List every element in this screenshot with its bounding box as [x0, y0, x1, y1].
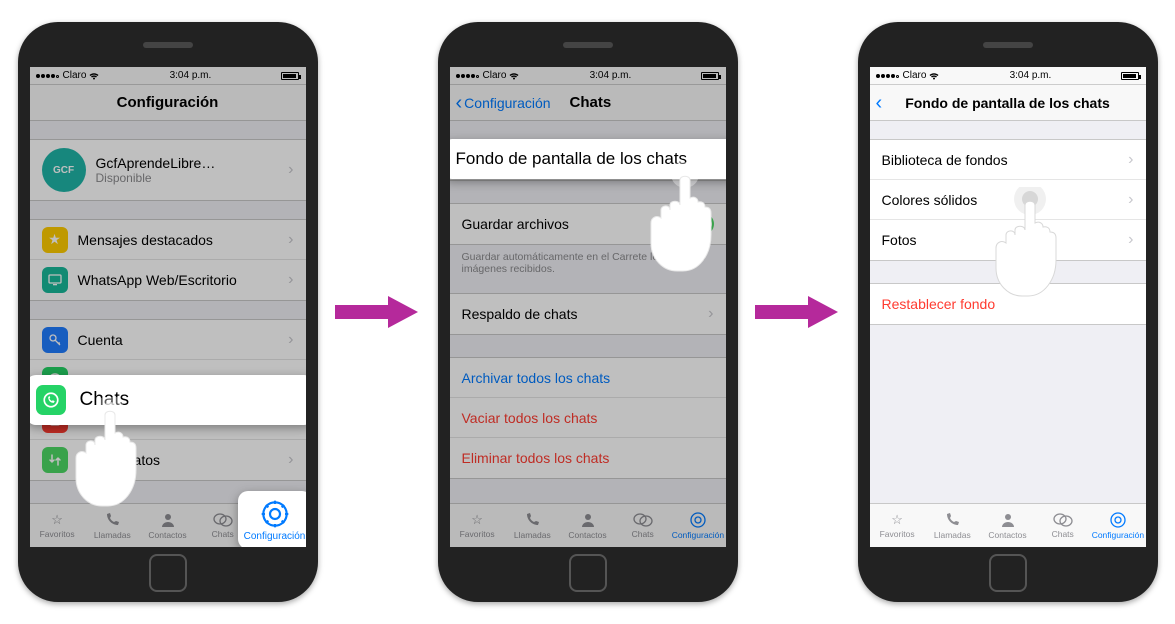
gear-icon: [260, 499, 290, 529]
highlight-wallpaper-label: Fondo de pantalla de los chats: [456, 149, 688, 169]
chevron-right-icon: ›: [288, 271, 293, 289]
screen-settings: Claro 3:04 p.m. Configuración GCF: [30, 67, 306, 547]
chevron-right-icon: ›: [708, 305, 713, 323]
chevron-right-icon: ›: [288, 451, 293, 469]
tab-contacts[interactable]: Contactos: [560, 504, 615, 547]
chevron-right-icon: ›: [288, 231, 293, 249]
tab-contacts[interactable]: Contactos: [980, 504, 1035, 547]
navbar: Configuración: [30, 85, 306, 121]
row-empty[interactable]: Vaciar todos los chats: [450, 398, 726, 438]
status-bar: Claro 3:04 p.m.: [870, 67, 1146, 85]
avatar: GCF: [42, 148, 86, 192]
chevron-right-icon: ›: [288, 161, 293, 179]
phone-1: Claro 3:04 p.m. Configuración GCF: [18, 22, 318, 602]
data-icon: [42, 447, 68, 473]
row-account[interactable]: Cuenta ›: [30, 320, 306, 360]
carrier-label: Claro: [903, 70, 927, 81]
screen-chats: Claro 3:04 p.m. ‹ Configuración Chats Fo…: [450, 67, 726, 547]
time-label: 3:04 p.m.: [1010, 70, 1052, 81]
chevron-right-icon: ›: [1128, 231, 1133, 249]
back-button[interactable]: ‹ Configuración: [456, 85, 551, 120]
phone-2: Claro 3:04 p.m. ‹ Configuración Chats Fo…: [438, 22, 738, 602]
row-delete[interactable]: Eliminar todos los chats: [450, 438, 726, 478]
tab-settings[interactable]: Configuración: [1090, 504, 1145, 547]
tab-bar: ☆Favoritos Llamadas Contactos Chats Conf…: [870, 503, 1146, 547]
chevron-right-icon: ›: [288, 331, 293, 349]
row-archive[interactable]: Archivar todos los chats: [450, 358, 726, 398]
wifi-icon: [509, 72, 519, 80]
row-save-files[interactable]: Guardar archivos: [450, 204, 726, 244]
key-icon: [42, 327, 68, 353]
navbar: ‹ Configuración Chats: [450, 85, 726, 121]
profile-name: GcfAprendeLibre…: [96, 155, 289, 171]
tab-chats[interactable]: Chats: [1035, 504, 1090, 547]
tab-chats[interactable]: Chats: [615, 504, 670, 547]
time-label: 3:04 p.m.: [170, 70, 212, 81]
back-button[interactable]: ‹: [876, 85, 883, 120]
status-bar: Claro 3:04 p.m.: [450, 67, 726, 85]
navbar: ‹ Fondo de pantalla de los chats: [870, 85, 1146, 121]
chevron-right-icon: ›: [1128, 151, 1133, 169]
desktop-icon: [42, 267, 68, 293]
screen-wallpaper: Claro 3:04 p.m. ‹ Fondo de pantalla de l…: [870, 67, 1146, 547]
tab-favorites[interactable]: ☆Favoritos: [450, 504, 505, 547]
row-starred[interactable]: ★ Mensajes destacados ›: [30, 220, 306, 260]
toggle-on[interactable]: [674, 213, 714, 235]
star-icon: ★: [42, 227, 68, 253]
tab-calls[interactable]: Llamadas: [505, 504, 560, 547]
page-title: Chats: [570, 94, 612, 111]
tab-calls[interactable]: Llamadas: [85, 504, 140, 547]
carrier-label: Claro: [63, 70, 87, 81]
row-solid-colors[interactable]: Colores sólidos ›: [870, 180, 1146, 220]
chevron-left-icon: ‹: [876, 93, 883, 113]
arrow-right-icon: [753, 292, 843, 332]
tab-bar: ☆Favoritos Llamadas Contactos Chats Conf…: [450, 503, 726, 547]
highlight-chats-label: Chats: [80, 389, 130, 411]
status-bar: Claro 3:04 p.m.: [30, 67, 306, 85]
whatsapp-icon: [36, 385, 66, 415]
row-profile[interactable]: GCF GcfAprendeLibre… Disponible ›: [30, 140, 306, 200]
save-footer: Guardar automáticamente en el Carrete lo…: [450, 245, 726, 275]
tab-favorites[interactable]: ☆Favoritos: [30, 504, 85, 547]
tab-favorites[interactable]: ☆Favoritos: [870, 504, 925, 547]
page-title: Configuración: [117, 94, 219, 111]
arrow-right-icon: [333, 292, 423, 332]
row-photos[interactable]: Fotos ›: [870, 220, 1146, 260]
highlight-settings-tab[interactable]: Configuración: [238, 491, 306, 547]
wifi-icon: [89, 72, 99, 80]
tab-settings[interactable]: Configuración: [670, 504, 725, 547]
chevron-left-icon: ‹: [456, 93, 463, 113]
row-backup[interactable]: Respaldo de chats ›: [450, 294, 726, 334]
chevron-right-icon: ›: [1128, 191, 1133, 209]
highlight-wallpaper-row[interactable]: Fondo de pantalla de los chats: [450, 139, 726, 179]
tab-calls[interactable]: Llamadas: [925, 504, 980, 547]
row-data[interactable]: Uso de datos ›: [30, 440, 306, 480]
wifi-icon: [929, 72, 939, 80]
page-title: Fondo de pantalla de los chats: [905, 95, 1110, 111]
row-web[interactable]: WhatsApp Web/Escritorio ›: [30, 260, 306, 300]
highlight-chats-row[interactable]: Chats: [30, 375, 306, 425]
highlight-settings-label: Configuración: [244, 531, 306, 542]
time-label: 3:04 p.m.: [590, 70, 632, 81]
row-reset[interactable]: Restablecer fondo: [870, 284, 1146, 324]
phone-3: Claro 3:04 p.m. ‹ Fondo de pantalla de l…: [858, 22, 1158, 602]
carrier-label: Claro: [483, 70, 507, 81]
profile-status: Disponible: [96, 171, 289, 185]
row-library[interactable]: Biblioteca de fondos ›: [870, 140, 1146, 180]
tab-contacts[interactable]: Contactos: [140, 504, 195, 547]
